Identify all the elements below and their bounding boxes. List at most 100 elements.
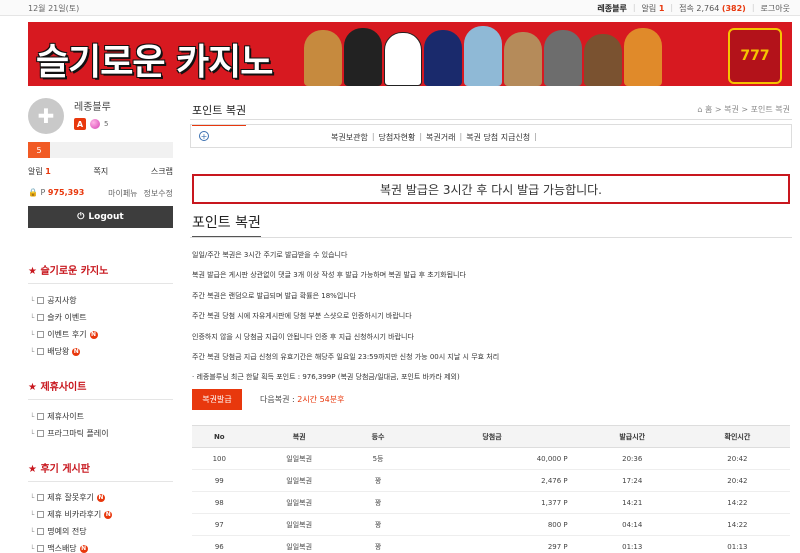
top-bar: 12월 21일(토) 레종블루 | 알림 1 | 접속 2,764 (382) …: [0, 0, 800, 16]
lion-mascot-icon: [304, 30, 342, 86]
col-no: No: [192, 425, 247, 448]
user-avatar-icon[interactable]: ✚: [28, 98, 64, 134]
menu-section-title: ★ 제휴사이트: [28, 378, 173, 400]
site-logo[interactable]: 슬기로운 카지노: [36, 33, 273, 85]
cat-grey-mascot-icon: [544, 30, 582, 86]
penguin-crown-mascot-icon: [424, 30, 462, 86]
menu-list-casino: └ 공지사항 └ 슬카 이벤트 └ 이벤트 후기 N └ 배당왕 N: [30, 292, 173, 360]
document-icon: [37, 511, 45, 518]
issue-ticket-button[interactable]: 복권발급: [192, 389, 242, 410]
otter-mascot-icon: [584, 34, 622, 86]
visitor-count: 접속 2,764 (382): [679, 4, 746, 13]
lock-icon: 🔒: [28, 188, 38, 197]
menu-item-event[interactable]: └ 슬카 이벤트: [30, 309, 173, 326]
tiger-mascot-icon: [624, 28, 662, 86]
table-row: 97 일일복권 꽝 800 P 04:14 14:22: [192, 513, 790, 536]
home-icon: ⌂: [697, 105, 703, 114]
new-badge: N: [72, 347, 81, 356]
level-progress-bar: 5: [28, 142, 173, 158]
info-line: 일일/주간 복권은 3시간 주기로 발급받을 수 있습니다: [192, 251, 348, 259]
col-issued: 발급시간: [579, 425, 685, 448]
page-header: 포인트 복권 ⌂ 홈 > 복권 > 포인트 복권: [190, 92, 792, 126]
new-badge: N: [104, 510, 113, 519]
cooldown-alert: 복권 발급은 3시간 후 다시 발급 가능합니다.: [192, 174, 790, 204]
menu-item-hall-of-fame[interactable]: └ 명예의 전당: [30, 523, 173, 540]
next-ticket-timer: 다음복권 : 2시간 54분후: [260, 395, 345, 404]
menu-item-baccarat-review[interactable]: └ 제휴 비카라후기 N: [30, 506, 173, 523]
col-ticket: 복권: [246, 425, 352, 448]
top-username[interactable]: 레종블루: [597, 3, 626, 14]
menu-item-max-dividend[interactable]: └ 맥스배당 N: [30, 540, 173, 553]
sidebar-note-link[interactable]: 쪽지: [94, 166, 109, 177]
penguin-mascot-icon: [344, 28, 382, 86]
document-icon: [37, 331, 45, 338]
sidebar-scrap-link[interactable]: 스크랩: [151, 166, 173, 177]
menu-item-pragmatic[interactable]: └ 프라그마틱 플레이: [30, 425, 173, 442]
sub-navigation: + 복권보관함 | 당첨자현황 | 복권거래 | 복권 당첨 지급신청 |: [190, 124, 792, 148]
point-display: 🔒 P 975,393: [28, 188, 85, 197]
menu-section-title: ★ 슬기로운 카지노: [28, 262, 173, 284]
document-icon: [37, 494, 45, 501]
menu-item-notice[interactable]: └ 공지사항: [30, 292, 173, 309]
user-badges: A 5: [74, 118, 108, 130]
page-title: 포인트 복권: [192, 102, 247, 126]
table-row: 96 일일복권 꽝 297 P 01:13 01:13: [192, 535, 790, 553]
info-line: 주간 복권 당첨금 지급 신청의 유효기간은 해당주 일요일 23:59까지만 …: [192, 353, 500, 361]
star-icon: ★: [28, 266, 37, 277]
top-alarm[interactable]: 알림 1: [642, 3, 665, 14]
menu-item-event-review[interactable]: └ 이벤트 후기 N: [30, 326, 173, 343]
level-progress-fill: 5: [28, 142, 50, 158]
menu-item-slot-review[interactable]: └ 제휴 잘못후기 N: [30, 489, 173, 506]
mascot-lineup: [304, 22, 792, 86]
menu-section-title: ★ 후기 게시판: [28, 460, 173, 482]
mypage-link[interactable]: 마이페뉴: [108, 188, 137, 199]
recent-points: · 레종블루님 최근 한달 획득 포인트 : 976,399P (복권 당첨금/…: [192, 373, 460, 381]
date-text: 12월 21일(토): [28, 4, 80, 13]
star-icon: ★: [28, 464, 37, 475]
subnav-storage[interactable]: 복권보관함: [331, 132, 368, 143]
col-checked: 확인시간: [684, 425, 790, 448]
col-prize: 당첨금: [404, 425, 580, 448]
subnav-trade[interactable]: 복권거래: [426, 132, 455, 143]
info-line: 주간 복권 당첨 시에 자유게시판에 당첨 부분 스샷으로 인증하시기 바랍니다: [192, 312, 412, 320]
sidebar-alarm[interactable]: 알림 1: [28, 166, 51, 177]
info-line: 인증하지 않을 시 당첨금 지급이 안됩니다 인증 후 지급 신청하시기 바랍니…: [192, 333, 414, 341]
section-heading: 포인트 복권: [192, 212, 261, 238]
level-number: 5: [104, 120, 109, 128]
star-icon: ★: [28, 382, 37, 393]
document-icon: [37, 314, 45, 321]
power-icon: ⏻: [77, 212, 85, 222]
info-line: 복권 발급은 게시판 상관없이 댓글 3개 이상 작성 후 발급 가능하며 복권…: [192, 271, 466, 279]
document-icon: [37, 545, 45, 552]
subnav-claim[interactable]: 복권 당첨 지급신청: [466, 132, 530, 143]
logout-button[interactable]: ⏻ Logout: [28, 206, 173, 228]
info-line: 주간 복권은 랜덤으로 발급되며 발급 확률은 18%입니다: [192, 292, 357, 300]
new-badge: N: [89, 330, 98, 339]
document-icon: [37, 413, 45, 420]
new-badge: N: [79, 544, 88, 553]
menu-list-reviews: └ 제휴 잘못후기 N └ 제휴 비카라후기 N └ 명예의 전당 └ 맥스배당 N: [30, 489, 173, 553]
level-orb-icon: [90, 119, 100, 129]
user-point-row: 🔒 P 975,393 마이페뉴 정보수정: [28, 188, 173, 199]
breadcrumb: ⌂ 홈 > 복권 > 포인트 복권: [697, 105, 790, 114]
sidebar-username[interactable]: 레종블루: [74, 98, 111, 113]
rank-badge-icon: A: [74, 118, 86, 130]
menu-item-partner-site[interactable]: └ 제휴사이트: [30, 408, 173, 425]
sunglasses-penguin-mascot-icon: [384, 32, 422, 86]
document-icon: [37, 430, 45, 437]
top-user-area: 레종블루 | 알림 1 | 접속 2,764 (382) | 로그아웃: [597, 3, 790, 14]
table-row: 98 일일복권 꽝 1,377 P 14:21 14:22: [192, 491, 790, 514]
table-row: 100 일일복권 5등 40,000 P 20:36 20:42: [192, 447, 790, 470]
menu-item-dividend-king[interactable]: └ 배당왕 N: [30, 343, 173, 360]
user-shortcuts: 알림 1 쪽지 스크랩: [28, 166, 173, 177]
plus-circle-icon[interactable]: +: [199, 131, 209, 141]
edit-info-link[interactable]: 정보수정: [144, 188, 173, 199]
table-row: 99 일일복권 꽝 2,476 P 17:24 20:42: [192, 469, 790, 492]
document-icon: [37, 297, 45, 304]
col-rank: 등수: [351, 425, 405, 448]
subnav-winners[interactable]: 당첨자현황: [379, 132, 416, 143]
new-badge: N: [96, 493, 105, 502]
site-banner[interactable]: 슬기로운 카지노 777: [28, 22, 792, 86]
ticket-history-table: No 복권 등수 당첨금 발급시간 확인시간 100 일일복권 5등 40,000 P…: [192, 425, 790, 553]
top-logout-link[interactable]: 로그아웃: [761, 3, 790, 14]
